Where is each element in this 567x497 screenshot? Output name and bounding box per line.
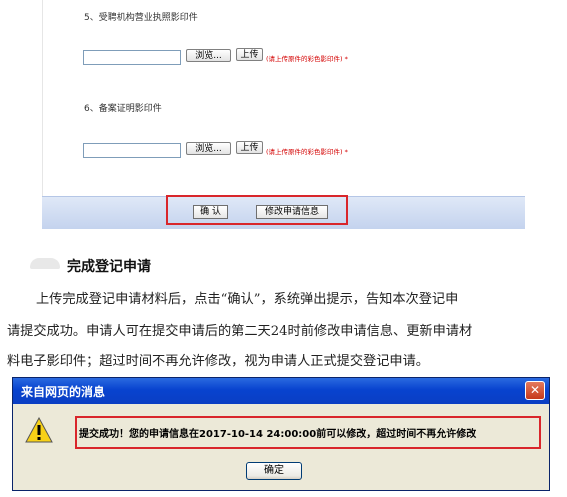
paragraph-line-2: 请提交成功。申请人可在提交申请后的第二天24时前修改申请信息、更新申请材: [7, 324, 473, 339]
message-dialog: 来自网页的消息 ✕ 提交成功！您的申请信息在2017-10-14 24:00:0…: [12, 377, 550, 491]
confirm-button[interactable]: 确 认: [193, 205, 228, 219]
browse-button-5[interactable]: 浏览...: [186, 49, 231, 62]
upload-button-6[interactable]: 上传: [236, 141, 263, 154]
file-path-input-5[interactable]: [83, 50, 181, 65]
section-5-label: 5、受聘机构营业执照影印件: [84, 13, 198, 23]
close-icon: ✕: [529, 383, 541, 397]
section-heading: 完成登记申请: [67, 259, 151, 275]
file-path-input-6[interactable]: [83, 143, 181, 158]
paragraph-line-3: 料电子影印件；超过时间不再允许修改，视为申请人正式提交登记申请。: [7, 354, 429, 369]
warning-icon: [25, 417, 53, 443]
upload-form: [42, 0, 525, 228]
modify-application-button[interactable]: 修改申请信息: [256, 205, 328, 219]
dialog-title: 来自网页的消息: [21, 385, 106, 399]
dialog-message: 提交成功！您的申请信息在2017-10-14 24:00:00前可以修改，超过时…: [79, 429, 477, 440]
upload-button-5[interactable]: 上传: [236, 48, 263, 61]
ok-button[interactable]: 确定: [246, 462, 302, 480]
browse-button-6[interactable]: 浏览...: [186, 142, 231, 155]
upload-hint-5: (请上传原件的彩色影印件) *: [266, 55, 348, 63]
heading-bullet-icon: [30, 258, 60, 269]
close-button[interactable]: ✕: [525, 381, 545, 400]
upload-hint-6: (请上传原件的彩色影印件) *: [266, 148, 348, 156]
section-6-label: 6、备案证明影印件: [84, 104, 162, 114]
dialog-titlebar: 来自网页的消息 ✕: [13, 378, 549, 404]
paragraph-line-1: 上传完成登记申请材料后，点击“确认”，系统弹出提示，告知本次登记申: [36, 292, 459, 307]
